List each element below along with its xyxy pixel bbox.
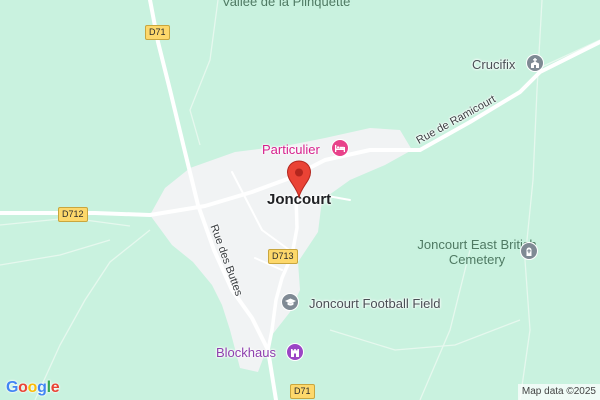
poi-label-crucifix[interactable]: Crucifix [472,58,515,71]
road-shield-d71-bottom: D71 [290,384,315,399]
location-pin-icon[interactable] [286,160,312,203]
road-shield-d712: D712 [58,207,88,222]
poi-label-football[interactable]: Joncourt Football Field [309,297,441,310]
bed-icon[interactable] [331,139,349,157]
google-logo[interactable]: Google [6,379,60,397]
poi-label-blockhaus[interactable]: Blockhaus [216,346,276,359]
graduation-cap-icon[interactable] [281,293,299,311]
map-canvas[interactable]: Vallée de la Plinquette Joncourt East Br… [0,0,600,400]
church-icon[interactable] [526,54,544,72]
castle-icon[interactable] [286,343,304,361]
road-shield-d713: D713 [268,249,298,264]
map-attribution[interactable]: Map data ©2025 [517,384,600,400]
poi-label-particulier[interactable]: Particulier [262,143,320,156]
cemetery-icon[interactable] [520,242,538,260]
road-shield-d71-top: D71 [145,25,170,40]
area-label-vallee: Vallée de la Plinquette [222,0,351,9]
